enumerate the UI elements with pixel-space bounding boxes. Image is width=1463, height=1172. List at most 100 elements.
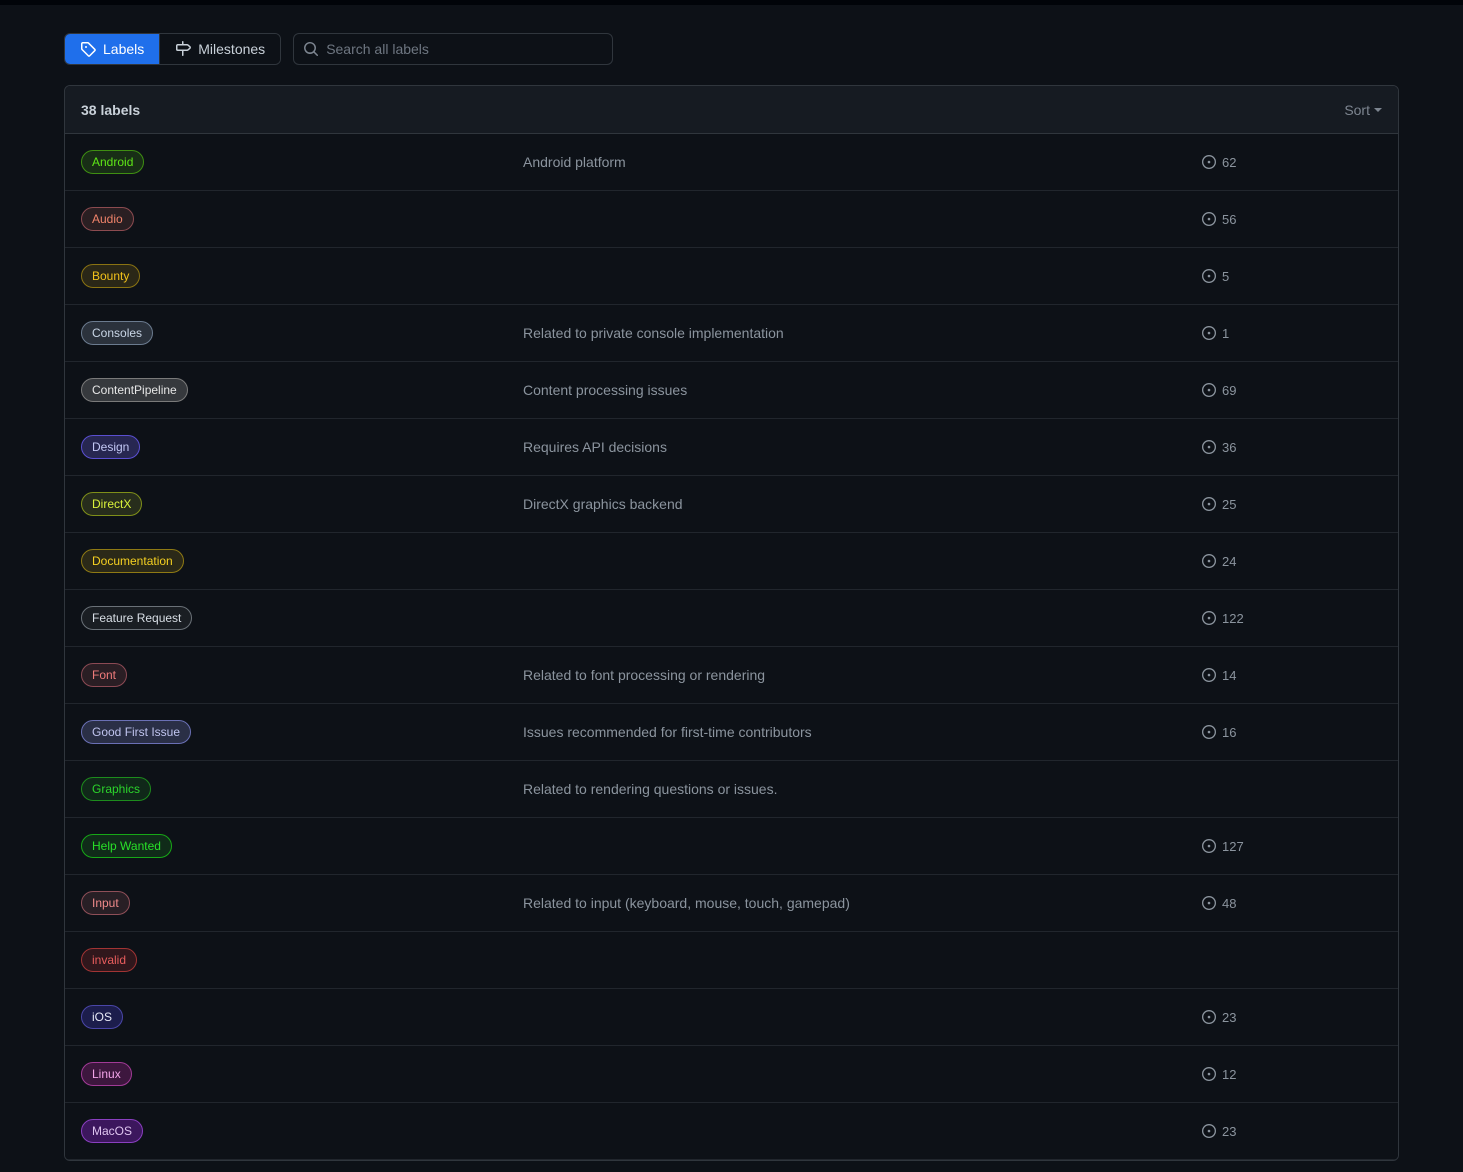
tab-labels-label: Labels: [103, 41, 145, 57]
open-issues-cell: 69: [1202, 383, 1382, 398]
open-issues-count[interactable]: 1: [1222, 326, 1229, 341]
tab-milestones[interactable]: Milestones: [159, 34, 281, 64]
issue-opened-icon: [1202, 611, 1216, 625]
open-issues-count[interactable]: 56: [1222, 212, 1236, 227]
table-row: iOS 23: [65, 989, 1398, 1046]
label-cell: Audio: [81, 207, 523, 231]
open-issues-count[interactable]: 23: [1222, 1010, 1236, 1025]
labels-page: Labels Milestones 38 labels Sort: [0, 5, 1463, 1161]
issue-opened-icon: [1202, 440, 1216, 454]
open-issues-cell: 14: [1202, 668, 1382, 683]
label-cell: Feature Request: [81, 606, 523, 630]
label-pill[interactable]: Audio: [81, 207, 134, 231]
open-issues-count[interactable]: 16: [1222, 725, 1236, 740]
label-cell: Android: [81, 150, 523, 174]
table-row: Font Related to font processing or render…: [65, 647, 1398, 704]
issue-opened-icon: [1202, 1124, 1216, 1138]
table-row: Bounty 5: [65, 248, 1398, 305]
table-row: Design Requires API decisions 36: [65, 419, 1398, 476]
table-row: ContentPipeline Content processing issues…: [65, 362, 1398, 419]
labels-count: 38 labels: [81, 101, 141, 118]
label-cell: invalid: [81, 948, 523, 972]
search-input[interactable]: [293, 33, 614, 65]
issue-opened-icon: [1202, 1010, 1216, 1024]
label-pill[interactable]: Bounty: [81, 264, 141, 288]
label-pill[interactable]: Graphics: [81, 777, 152, 801]
label-pill[interactable]: Documentation: [81, 549, 184, 573]
open-issues-cell: 1: [1202, 326, 1382, 341]
issue-opened-icon: [1202, 269, 1216, 283]
open-issues-cell: 36: [1202, 440, 1382, 455]
label-cell: DirectX: [81, 492, 523, 516]
label-cell: Input: [81, 891, 523, 915]
label-pill[interactable]: Feature Request: [81, 606, 193, 630]
label-cell: Font: [81, 663, 523, 687]
toolbar: Labels Milestones: [64, 5, 1399, 85]
label-pill[interactable]: Consoles: [81, 321, 154, 345]
label-pill[interactable]: Linux: [81, 1062, 132, 1086]
table-row: Android Android platform 62: [65, 134, 1398, 191]
label-pill[interactable]: Font: [81, 663, 128, 687]
issue-opened-icon: [1202, 383, 1216, 397]
open-issues-count[interactable]: 12: [1222, 1067, 1236, 1082]
open-issues-count[interactable]: 23: [1222, 1124, 1236, 1139]
label-cell: Consoles: [81, 321, 523, 345]
table-row: Good First Issue Issues recommended for f…: [65, 704, 1398, 761]
label-pill[interactable]: Android: [81, 150, 145, 174]
table-row: Input Related to input (keyboard, mouse, …: [65, 875, 1398, 932]
open-issues-cell: 62: [1202, 155, 1382, 170]
open-issues-count[interactable]: 69: [1222, 383, 1236, 398]
label-pill[interactable]: DirectX: [81, 492, 143, 516]
labels-panel: 38 labels Sort Android Android platform 62…: [64, 85, 1399, 1161]
label-pill[interactable]: MacOS: [81, 1119, 144, 1143]
open-issues-count[interactable]: 14: [1222, 668, 1236, 683]
label-pill[interactable]: iOS: [81, 1005, 124, 1029]
table-row: Documentation 24: [65, 533, 1398, 590]
table-row: invalid: [65, 932, 1398, 989]
sort-button[interactable]: Sort: [1344, 102, 1382, 118]
open-issues-cell: 122: [1202, 611, 1382, 626]
open-issues-count[interactable]: 25: [1222, 497, 1236, 512]
open-issues-cell: 16: [1202, 725, 1382, 740]
label-pill[interactable]: Good First Issue: [81, 720, 192, 744]
label-description: Issues recommended for first-time contri…: [523, 724, 812, 740]
label-cell: MacOS: [81, 1119, 523, 1143]
issue-opened-icon: [1202, 668, 1216, 682]
labels-list: Android Android platform 62 Audio 56 Bounty 5 C…: [65, 134, 1398, 1160]
issue-opened-icon: [1202, 326, 1216, 340]
issue-opened-icon: [1202, 212, 1216, 226]
open-issues-count[interactable]: 127: [1222, 839, 1244, 854]
label-cell: Graphics: [81, 777, 523, 801]
label-description: DirectX graphics backend: [523, 496, 683, 512]
label-cell: Help Wanted: [81, 834, 523, 858]
labels-panel-header: 38 labels Sort: [65, 86, 1398, 134]
label-cell: Linux: [81, 1062, 523, 1086]
label-pill[interactable]: Help Wanted: [81, 834, 172, 858]
label-description: Related to font processing or rendering: [523, 667, 766, 683]
label-pill[interactable]: Input: [81, 891, 130, 915]
open-issues-count[interactable]: 36: [1222, 440, 1236, 455]
label-cell: ContentPipeline: [81, 378, 523, 402]
tag-icon: [80, 41, 96, 57]
open-issues-count[interactable]: 5: [1222, 269, 1229, 284]
label-pill[interactable]: Design: [81, 435, 141, 459]
open-issues-count[interactable]: 48: [1222, 896, 1236, 911]
table-row: DirectX DirectX graphics backend 25: [65, 476, 1398, 533]
table-row: MacOS 23: [65, 1103, 1398, 1160]
issue-opened-icon: [1202, 1067, 1216, 1081]
table-row: Graphics Related to rendering questions o…: [65, 761, 1398, 818]
label-cell: Bounty: [81, 264, 523, 288]
open-issues-count[interactable]: 24: [1222, 554, 1236, 569]
issue-opened-icon: [1202, 839, 1216, 853]
label-description: Android platform: [523, 154, 626, 170]
label-pill[interactable]: invalid: [81, 948, 138, 972]
open-issues-count[interactable]: 62: [1222, 155, 1236, 170]
label-description: Related to input (keyboard, mouse, touch…: [523, 895, 850, 911]
label-description: Related to rendering questions or issues…: [523, 781, 778, 797]
tab-labels[interactable]: Labels: [65, 34, 160, 64]
label-description: Related to private console implementatio…: [523, 325, 784, 341]
open-issues-cell: 23: [1202, 1010, 1382, 1025]
label-pill[interactable]: ContentPipeline: [81, 378, 188, 402]
table-row: Feature Request 122: [65, 590, 1398, 647]
open-issues-count[interactable]: 122: [1222, 611, 1244, 626]
